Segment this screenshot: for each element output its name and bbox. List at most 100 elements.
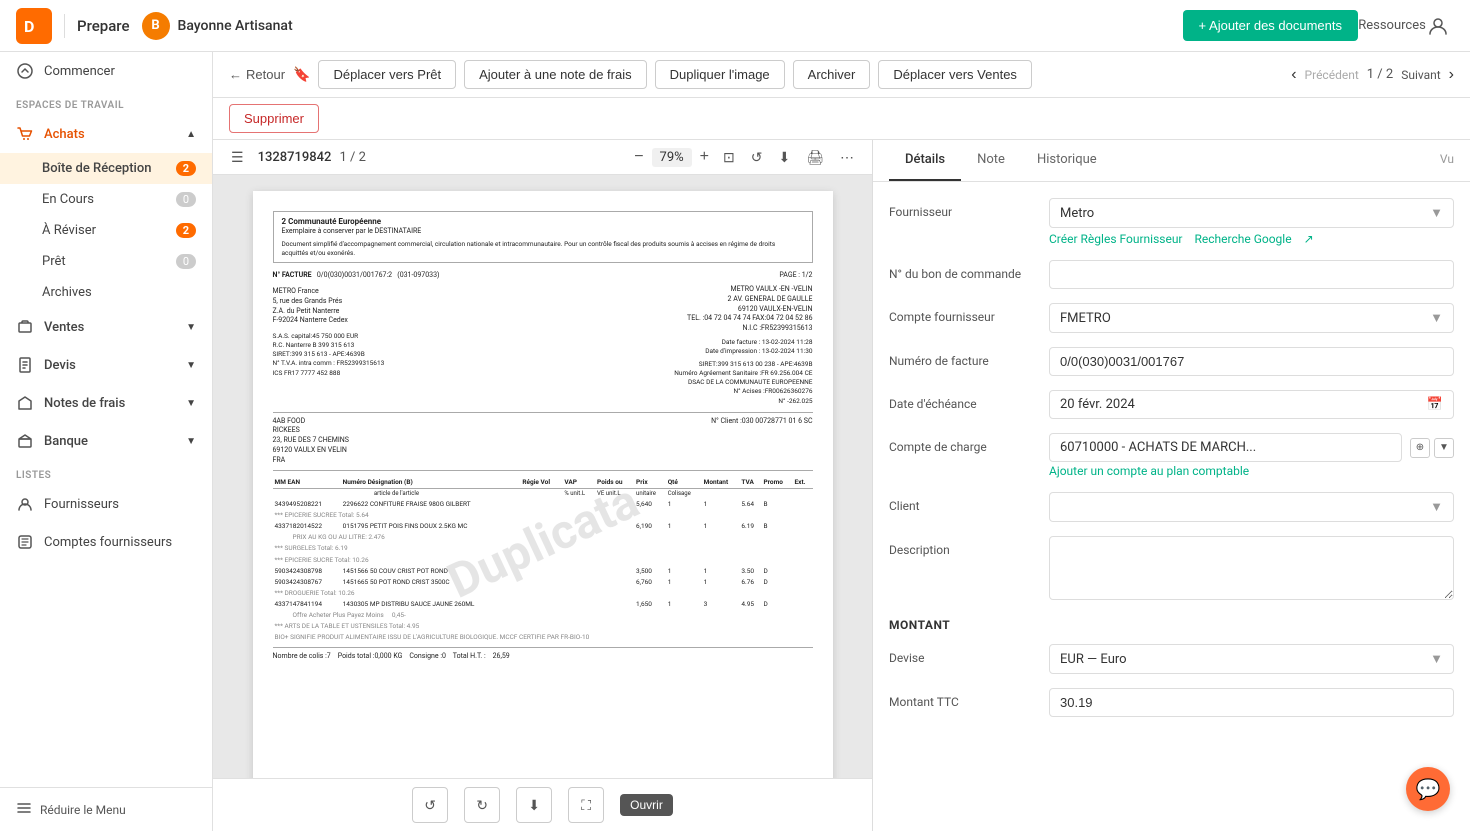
montant-ttc-label: Montant TTC [889,688,1049,709]
print-button[interactable]: 🖨 [800,147,830,168]
nav-controls: ‹ Précédent 1 / 2 Suivant › [1291,66,1454,84]
compte-fournisseur-row: Compte fournisseur FMETRO ▼ [889,303,1454,333]
tab-details[interactable]: Détails [889,140,961,181]
chat-button[interactable]: 💬 [1406,767,1450,811]
resources-button[interactable]: Ressources [1374,10,1406,42]
numero-facture-input[interactable] [1049,347,1454,376]
client-select[interactable]: ▼ [1049,492,1454,522]
rotate-button[interactable]: ↺ [745,147,769,168]
dupliquer-button[interactable]: Dupliquer l'image [655,60,785,89]
fournisseur-label: Fournisseur [889,198,1049,219]
fournisseur-field: Metro ▼ Créer Règles Fournisseur Recherc… [1049,198,1454,246]
compte-fournisseur-value: FMETRO [1060,311,1111,326]
ajouter-compte-link[interactable]: Ajouter un compte au plan comptable [1049,464,1454,478]
fit-page-button[interactable]: ⊡ [717,147,741,168]
inv-header: 2 Communauté Européenne Exemplaire à con… [273,211,813,263]
archiver-button[interactable]: Archiver [793,60,871,89]
inv-divider3 [273,647,813,648]
content-area: ← Retour 🔖 Déplacer vers Prêt Ajouter à … [213,52,1470,831]
open-button[interactable]: Ouvrir [620,794,673,816]
ventes-icon [16,318,34,336]
sidebar-ventes-group[interactable]: Ventes ▼ [0,308,212,346]
bookmark-button[interactable]: 🔖 [293,66,310,83]
sidebar-item-boite-reception[interactable]: Boîte de Réception 2 [0,153,212,184]
rotate-right-button[interactable]: ↻ [464,787,500,823]
logo-divider [64,14,65,38]
bon-commande-input[interactable] [1049,260,1454,289]
fournisseurs-label: Fournisseurs [44,497,119,512]
user-icon[interactable] [1422,10,1454,42]
devise-value: EUR — Euro [1060,652,1127,667]
zoom-out-button[interactable]: − [630,146,647,168]
sidebar-banque-group[interactable]: Banque ▼ [0,422,212,460]
company-selector[interactable]: B Bayonne Artisanat [142,12,293,40]
zoom-in-button[interactable]: + [696,146,713,168]
description-field [1049,536,1454,604]
split-icon[interactable]: ⊕ [1410,438,1430,458]
sidebar-item-a-reviser[interactable]: À Réviser 2 [0,215,212,246]
fullscreen-button[interactable]: ⛶ [568,787,604,823]
devise-select[interactable]: EUR — Euro ▼ [1049,644,1454,674]
suivant-button[interactable]: › [1449,66,1454,84]
compte-fournisseur-select[interactable]: FMETRO ▼ [1049,303,1454,333]
external-link-icon[interactable]: ↗ [1304,232,1314,246]
sidebar-item-comptes-fournisseurs[interactable]: Comptes fournisseurs [0,523,212,561]
company-name: Bayonne Artisanat [178,18,293,34]
supprimer-button[interactable]: Supprimer [229,104,319,133]
reduire-menu-button[interactable]: Réduire le Menu [0,787,212,831]
a-reviser-label: À Réviser [42,223,96,238]
download-button[interactable]: ⬇ [516,787,552,823]
banque-arrow: ▼ [186,436,196,447]
inv-divider2 [273,470,813,471]
sidebar-item-pret[interactable]: Prêt 0 [0,246,212,277]
fournisseur-row: Fournisseur Metro ▼ Créer Règles Fournis… [889,198,1454,246]
add-documents-button[interactable]: + Ajouter des documents [1183,10,1358,41]
compte-charge-select[interactable]: 60710000 - ACHATS DE MARCH... [1049,433,1402,462]
tab-historique[interactable]: Historique [1021,140,1113,181]
creer-regles-link[interactable]: Créer Règles Fournisseur [1049,232,1183,246]
compte-charge-icons: ⊕ ▼ [1410,438,1454,458]
logo: D Prepare [16,8,130,44]
deplacer-pret-button[interactable]: Déplacer vers Prêt [318,60,456,89]
more-options-button[interactable]: ⋯ [834,147,860,168]
tab-note[interactable]: Note [961,140,1021,181]
sidebar-achats-group[interactable]: Achats ▲ [0,115,212,153]
action-bar: ← Retour 🔖 Déplacer vers Prêt Ajouter à … [213,52,1470,98]
ajouter-note-button[interactable]: Ajouter à une note de frais [464,60,647,89]
download-toolbar-button[interactable]: ⬇ [772,147,796,168]
sidebar-item-fournisseurs[interactable]: Fournisseurs [0,485,212,523]
menu-toolbar-button[interactable]: ☰ [225,147,250,168]
deplacer-ventes-button[interactable]: Déplacer vers Ventes [878,60,1032,89]
en-cours-badge: 0 [176,192,196,207]
description-textarea[interactable] [1049,536,1454,600]
zoom-controls: − 79% + ⊡ ↺ ⬇ 🖨 ⋯ [630,146,860,168]
compte-charge-label: Compte de charge [889,433,1049,454]
compte-charge-field: 60710000 - ACHATS DE MARCH... ⊕ ▼ Ajoute… [1049,433,1454,478]
precedent-button[interactable]: ‹ [1291,66,1296,84]
achats-arrow: ▲ [186,129,196,140]
recherche-google-link[interactable]: Recherche Google [1195,232,1292,246]
montant-ttc-input[interactable] [1049,688,1454,717]
comptes-fournisseurs-label: Comptes fournisseurs [44,535,172,550]
doc-viewer: ☰ 1328719842 1 / 2 − 79% + ⊡ ↺ ⬇ 🖨 ⋯ [213,140,873,831]
date-echeance-field: 20 févr. 2024 📅 [1049,390,1454,419]
espaces-section-label: ESPACES DE TRAVAIL [0,90,212,115]
sidebar-item-en-cours[interactable]: En Cours 0 [0,184,212,215]
tab-vu[interactable]: Vu [1440,140,1454,181]
topbar-right: + Ajouter des documents Ressources [1183,10,1454,42]
devise-field: EUR — Euro ▼ [1049,644,1454,674]
rotate-left-button[interactable]: ↺ [412,787,448,823]
back-button[interactable]: ← Retour [229,67,285,82]
reduire-menu-label: Réduire le Menu [40,803,126,817]
sidebar-item-archives[interactable]: Archives [0,277,212,308]
fournisseur-select[interactable]: Metro ▼ [1049,198,1454,228]
main-layout: Commencer ESPACES DE TRAVAIL Achats ▲ Bo… [0,52,1470,831]
inv-divider1 [273,412,813,413]
boite-reception-badge: 2 [176,161,196,176]
date-echeance-input[interactable]: 20 févr. 2024 📅 [1049,390,1454,419]
page-info: 1 / 2 [1367,67,1393,82]
sidebar-item-commencer[interactable]: Commencer [0,52,212,90]
date-echeance-value: 20 févr. 2024 [1060,397,1135,412]
sidebar-devis-group[interactable]: Devis ▼ [0,346,212,384]
sidebar-notes-group[interactable]: Notes de frais ▼ [0,384,212,422]
